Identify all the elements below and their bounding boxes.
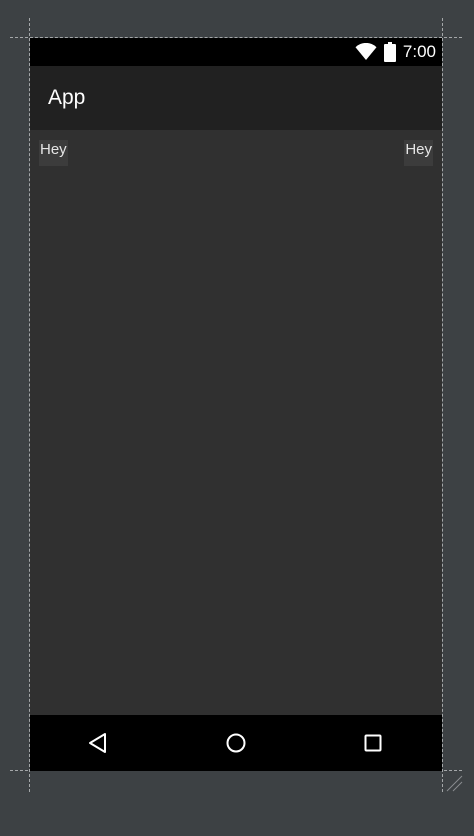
app-title: App [48, 86, 86, 109]
home-icon [226, 733, 246, 753]
main-content: Hey Hey [30, 130, 442, 715]
wifi-icon [355, 43, 377, 61]
device-screen: 7:00 App Hey Hey [30, 38, 442, 771]
recents-icon [364, 734, 382, 752]
nav-home-button[interactable] [222, 729, 250, 757]
status-clock: 7:00 [402, 42, 436, 61]
hey-button-right[interactable]: Hey [404, 140, 433, 166]
guide-line-right [442, 18, 443, 792]
status-icons: 7:00 [355, 42, 436, 62]
navigation-bar [30, 715, 442, 771]
nav-recents-button[interactable] [359, 729, 387, 757]
resize-handle[interactable] [444, 773, 464, 793]
app-bar: App [30, 66, 442, 130]
battery-icon [383, 42, 396, 62]
layout-editor-canvas: 7:00 App Hey Hey [0, 0, 474, 836]
hey-button-left[interactable]: Hey [39, 140, 68, 166]
nav-back-button[interactable] [84, 729, 112, 757]
status-bar: 7:00 [30, 38, 442, 66]
back-icon [89, 733, 106, 753]
